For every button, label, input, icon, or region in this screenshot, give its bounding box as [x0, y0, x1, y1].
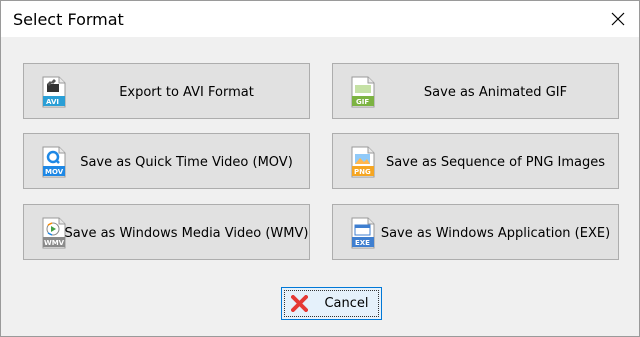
cancel-button[interactable]: Cancel: [281, 287, 382, 320]
save-wmv-label: Save as Windows Media Video (WMV): [64, 225, 309, 241]
save-png-sequence-label: Save as Sequence of PNG Images: [385, 154, 606, 170]
save-gif-label: Save as Animated GIF: [423, 84, 568, 100]
save-mov-button[interactable]: MOV Save as Quick Time Video (MOV): [23, 133, 310, 189]
svg-text:MOV: MOV: [45, 168, 64, 176]
save-gif-button[interactable]: GIF Save as Animated GIF: [332, 63, 619, 119]
save-exe-label: Save as Windows Application (EXE): [380, 225, 611, 241]
svg-text:EXE: EXE: [355, 239, 370, 247]
save-exe-button[interactable]: EXE Save as Windows Application (EXE): [332, 204, 619, 260]
dialog-title: Select Format: [13, 10, 124, 29]
svg-text:WMV: WMV: [44, 239, 65, 247]
close-button[interactable]: [605, 6, 631, 32]
save-mov-label: Save as Quick Time Video (MOV): [80, 154, 293, 170]
svg-text:AVI: AVI: [46, 98, 59, 106]
export-avi-button[interactable]: AVI Export to AVI Format: [23, 63, 310, 119]
select-format-dialog: Select Format AVI Export to AVI Format G…: [0, 0, 640, 337]
export-avi-label: Export to AVI Format: [119, 84, 254, 100]
save-png-sequence-button[interactable]: PNG Save as Sequence of PNG Images: [332, 133, 619, 189]
close-icon: [611, 12, 625, 26]
svg-text:GIF: GIF: [356, 98, 369, 106]
title-bar: Select Format: [1, 1, 639, 37]
red-x-icon: [291, 295, 308, 312]
cancel-label: Cancel: [324, 296, 369, 311]
svg-text:PNG: PNG: [354, 168, 371, 176]
save-wmv-button[interactable]: WMV Save as Windows Media Video (WMV): [23, 204, 310, 260]
